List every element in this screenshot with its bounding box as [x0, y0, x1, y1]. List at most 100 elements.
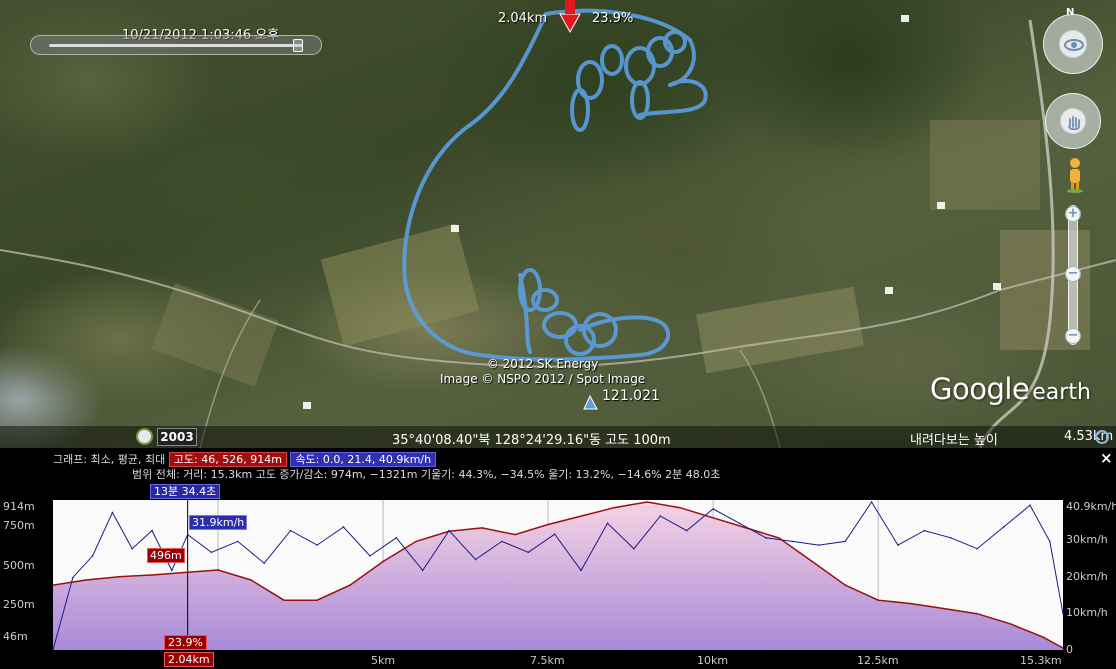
y-left-label-2: 500m [3, 559, 35, 572]
speed-point [870, 501, 873, 503]
hand-icon[interactable] [1060, 108, 1086, 134]
speed-point [1062, 613, 1064, 615]
elevation-point [712, 517, 714, 519]
speed-point [844, 540, 846, 543]
speed-point [580, 569, 582, 572]
logo-earth-text: earth [1032, 380, 1091, 405]
speed-point [712, 508, 714, 510]
speed-point [474, 558, 477, 561]
elevation-point [1009, 622, 1011, 625]
y-right-label-2: 20km/h [1066, 570, 1108, 583]
speed-point [210, 551, 213, 554]
x-label-1: 7.5km [530, 654, 565, 667]
eye-icon[interactable] [1059, 30, 1087, 58]
move-control[interactable] [1045, 93, 1101, 149]
elevation-point [943, 607, 945, 610]
time-slider-track[interactable] [49, 44, 303, 47]
y-right-label-4: 0 [1066, 643, 1073, 656]
speed-point [151, 529, 153, 532]
elevation-point [151, 574, 153, 576]
copyright-line-1: © 2012 SK Energy [486, 357, 599, 371]
elevation-marker-label: 121.021 [602, 388, 660, 404]
elevation-point [1062, 647, 1064, 649]
speed-point [817, 544, 820, 546]
y-right-label-0: 40.9km/h [1066, 500, 1116, 513]
speed-point [395, 537, 398, 539]
elevation-point [382, 560, 384, 563]
speed-point [949, 537, 952, 539]
zoom-slider-thumb[interactable]: − [1065, 266, 1081, 282]
elevation-point [349, 584, 351, 586]
elevation-point [547, 523, 549, 526]
y-left-label-3: 250m [3, 598, 35, 611]
speed-point [923, 529, 926, 532]
y-left-label-0: 914m [3, 500, 35, 513]
speed-point [791, 540, 794, 543]
copyright-line-2: Image © NSPO 2012 / Spot Image [440, 372, 646, 386]
look-around-control[interactable] [1043, 14, 1103, 74]
speed-point [1048, 540, 1051, 543]
zoom-out-button[interactable]: − [1065, 328, 1081, 344]
speed-point [171, 569, 173, 572]
speed-point [897, 544, 899, 546]
speed-point [111, 511, 114, 514]
map-view[interactable]: 10/21/2012 1:03:46 오후 2.04km 23.9% © 201… [0, 0, 1116, 448]
x-label-4: 15.3km [1020, 654, 1062, 667]
speed-point [52, 649, 54, 651]
position-marker [559, 13, 581, 34]
x-label-0: 5km [371, 654, 396, 667]
elevation-point [580, 515, 582, 517]
speed-point [1002, 526, 1005, 528]
zoom-in-button[interactable]: + [1065, 206, 1081, 222]
elevation-point [186, 571, 189, 574]
elevation-point [811, 560, 813, 563]
speed-point [237, 540, 239, 543]
eye-altitude-label: 내려다보는 높이 [910, 433, 998, 448]
y-left-label-4: 46m [3, 630, 28, 643]
y-left-label-1: 750m [3, 519, 35, 532]
y-right-label-1: 30km/h [1066, 533, 1108, 546]
elevation-point [1042, 636, 1044, 639]
elevation-point [745, 527, 747, 529]
elevation-point [85, 579, 87, 581]
elevation-point [844, 584, 846, 586]
speed-point [659, 515, 662, 517]
elevation-point [679, 506, 681, 509]
imagery-copyright: © 2012 SK Energy Image © NSPO 2012 / Spo… [440, 357, 645, 387]
cursor-speed-tag: 31.9km/h [189, 515, 248, 530]
speed-point [369, 555, 371, 557]
speed-point [738, 522, 741, 525]
cursor-time-tag: 13분 34.4초 [150, 484, 221, 499]
elevation-point [778, 537, 780, 539]
speed-point [289, 529, 292, 532]
elevation-profile-panel: 그래프: 최소, 평균, 최대 고도: 46, 526, 914m 속도: 0.… [0, 448, 1116, 669]
elevation-point [283, 599, 285, 602]
speed-point [606, 522, 609, 525]
street-view-pegman-icon[interactable] [1065, 157, 1085, 197]
elevation-point [910, 602, 912, 605]
time-slider-thumb[interactable] [293, 39, 303, 52]
streaming-indicator-icon [1095, 430, 1109, 444]
elevation-point [514, 533, 516, 536]
speed-point [633, 547, 635, 550]
google-earth-logo: Google earth [930, 372, 1091, 406]
historical-imagery-clock-icon[interactable] [136, 428, 153, 445]
elevation-point [877, 599, 879, 602]
speed-point [1029, 504, 1031, 507]
speed-point [501, 540, 503, 543]
speed-point [263, 562, 266, 564]
marker-percent: 23.9% [592, 11, 634, 26]
speed-point [553, 533, 556, 536]
time-slider[interactable] [30, 35, 322, 55]
elevation-point [646, 501, 648, 503]
speed-point [72, 576, 74, 579]
speed-point [448, 529, 450, 532]
elevation-point [976, 612, 978, 615]
elevation-point [481, 527, 483, 529]
cursor-percent-tag: 23.9% [164, 635, 207, 650]
elevation-point [316, 599, 318, 602]
marker-distance: 2.04km [498, 11, 548, 26]
speed-point [186, 533, 189, 536]
speed-point [342, 526, 345, 528]
speed-point [421, 569, 424, 572]
